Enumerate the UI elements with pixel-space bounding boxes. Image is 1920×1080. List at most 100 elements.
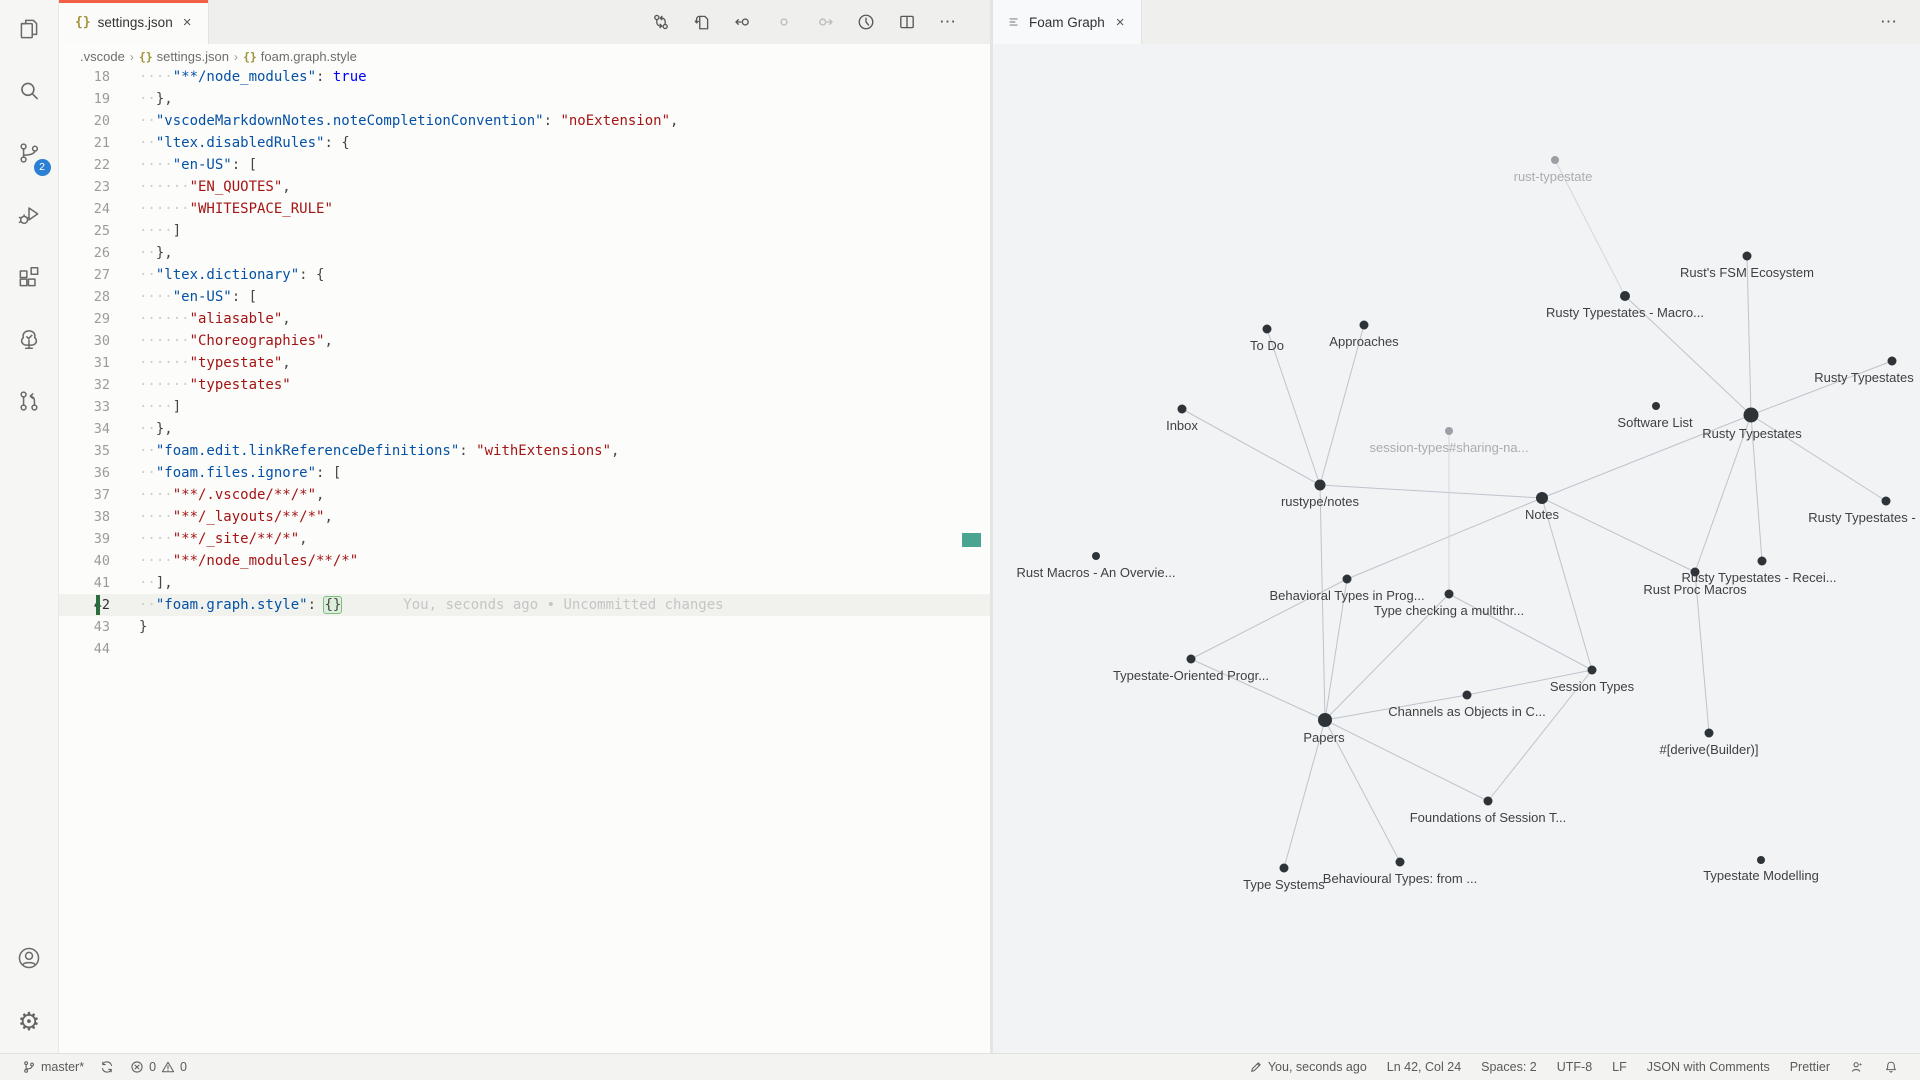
graph-canvas[interactable]: rust-typestate Rust's FSM Ecosystem Rusty … xyxy=(993,44,1920,1053)
status-language-mode[interactable]: JSON with Comments xyxy=(1639,1054,1778,1080)
code-line[interactable]: 36··"foam.files.ignore": [ xyxy=(59,462,990,484)
code-line[interactable]: 26··}, xyxy=(59,242,990,264)
activity-bar-item-explorer[interactable] xyxy=(0,0,59,62)
activity-bar-item-todo-tree[interactable] xyxy=(0,310,59,372)
code-line[interactable]: 40····"**/node_modules/**/*" xyxy=(59,550,990,572)
graph-node-dot[interactable] xyxy=(1315,480,1326,491)
status-eol-sequence[interactable]: LF xyxy=(1604,1054,1635,1080)
code-line[interactable]: 21··"ltex.disabledRules": { xyxy=(59,132,990,154)
previous-change-icon[interactable] xyxy=(734,13,752,31)
code-line[interactable]: 25····] xyxy=(59,220,990,242)
graph-node-behavioral[interactable]: Behavioral Types in Prog... xyxy=(1269,575,1424,604)
graph-node-todo[interactable]: To Do xyxy=(1250,325,1284,354)
status-feedback[interactable] xyxy=(1842,1054,1872,1080)
graph-node-dot[interactable] xyxy=(1463,691,1472,700)
graph-node-rt-tr[interactable]: Rusty Typestates xyxy=(1814,357,1914,386)
graph-node-dot[interactable] xyxy=(1536,492,1548,504)
tab-settings-json[interactable]: {} settings.json × xyxy=(59,0,209,44)
graph-node-recei[interactable]: Rusty Typestates - Recei... xyxy=(1681,557,1836,586)
graph-node-software[interactable]: Software List xyxy=(1617,402,1693,430)
graph-node-dot[interactable] xyxy=(1757,856,1765,864)
status-cursor-position[interactable]: Ln 42, Col 24 xyxy=(1379,1054,1469,1080)
graph-node-session-types[interactable]: Session Types xyxy=(1550,666,1635,695)
code-line[interactable]: 34··}, xyxy=(59,418,990,440)
graph-node-dot[interactable] xyxy=(1484,797,1493,806)
graph-node-inbox[interactable]: Inbox xyxy=(1166,405,1198,434)
code-line[interactable]: 29······"aliasable", xyxy=(59,308,990,330)
graph-node-dot[interactable] xyxy=(1691,568,1700,577)
more-actions-icon[interactable]: ⋯ xyxy=(939,12,957,32)
code-line[interactable]: 37····"**/.vscode/**/*", xyxy=(59,484,990,506)
status-sync-status[interactable] xyxy=(92,1054,122,1080)
graph-node-dot[interactable] xyxy=(1178,405,1187,414)
graph-node-rustmacros[interactable]: Rust Macros - An Overvie... xyxy=(1017,552,1176,580)
activity-bar-item-run-debug[interactable] xyxy=(0,186,59,248)
code-line[interactable]: 32······"typestates" xyxy=(59,374,990,396)
graph-node-sharing[interactable]: session-types#sharing-na... xyxy=(1370,427,1529,455)
graph-node-dot[interactable] xyxy=(1743,252,1752,261)
graph-node-modelling[interactable]: Typestate Modelling xyxy=(1703,856,1819,883)
code-line[interactable]: 38····"**/_layouts/**/*", xyxy=(59,506,990,528)
graph-node-dot[interactable] xyxy=(1360,321,1369,330)
tab-foam-graph[interactable]: Foam Graph × xyxy=(993,0,1142,44)
activity-bar-item-extensions[interactable] xyxy=(0,248,59,310)
status-branch-status[interactable]: master* xyxy=(14,1054,92,1080)
status-gitlens-blame[interactable]: You, seconds ago xyxy=(1241,1054,1375,1080)
graph-node-dot[interactable] xyxy=(1187,655,1196,664)
status-encoding[interactable]: UTF-8 xyxy=(1549,1054,1600,1080)
graph-node-dot[interactable] xyxy=(1445,590,1454,599)
graph-node-rt-r[interactable]: Rusty Typestates - xyxy=(1808,497,1915,526)
activity-bar-item-accounts[interactable] xyxy=(0,929,59,991)
code-line[interactable]: 31······"typestate", xyxy=(59,352,990,374)
graph-node-behavioural[interactable]: Behavioural Types: from ... xyxy=(1323,858,1477,887)
close-panel-tab-icon[interactable]: × xyxy=(1113,12,1128,33)
status-notifications[interactable] xyxy=(1876,1054,1906,1080)
graph-node-fsm[interactable]: Rust's FSM Ecosystem xyxy=(1680,252,1814,281)
graph-node-dot[interactable] xyxy=(1551,156,1559,164)
graph-node-macro[interactable]: Rusty Typestates - Macro... xyxy=(1546,291,1704,320)
activity-bar-item-search[interactable] xyxy=(0,62,59,124)
status-formatter[interactable]: Prettier xyxy=(1782,1054,1838,1080)
activity-bar-item-settings[interactable]: ⚙ xyxy=(0,991,59,1053)
graph-node-dot[interactable] xyxy=(1343,575,1352,584)
code-editor[interactable]: 18····"**/node_modules": true19··},20··"… xyxy=(59,69,990,1053)
code-line[interactable]: 44 xyxy=(59,638,990,660)
graph-node-dot[interactable] xyxy=(1882,497,1891,506)
code-line[interactable]: 27··"ltex.dictionary": { xyxy=(59,264,990,286)
code-line[interactable]: 41··], xyxy=(59,572,990,594)
graph-node-type-systems[interactable]: Type Systems xyxy=(1243,864,1325,893)
graph-node-typestate-oriented[interactable]: Typestate-Oriented Progr... xyxy=(1113,655,1269,684)
graph-node-dot[interactable] xyxy=(1705,729,1714,738)
code-line[interactable]: 23······"EN_QUOTES", xyxy=(59,176,990,198)
code-line[interactable]: 33····] xyxy=(59,396,990,418)
activity-bar-item-gitlens[interactable] xyxy=(0,372,59,434)
graph-node-rust-typestate[interactable]: rust-typestate xyxy=(1514,156,1593,184)
graph-node-dot[interactable] xyxy=(1652,402,1660,410)
graph-node-dot[interactable] xyxy=(1318,713,1332,727)
graph-node-dot[interactable] xyxy=(1620,291,1630,301)
status-problems-status[interactable]: 00 xyxy=(122,1054,195,1080)
graph-node-dot[interactable] xyxy=(1280,864,1289,873)
graph-node-foundations[interactable]: Foundations of Session T... xyxy=(1410,797,1567,826)
graph-node-dot[interactable] xyxy=(1758,557,1767,566)
graph-node-derive[interactable]: #[derive(Builder)] xyxy=(1660,729,1759,758)
graph-node-dot[interactable] xyxy=(1396,858,1405,867)
code-line[interactable]: 28····"en-US": [ xyxy=(59,286,990,308)
breadcrumb-item[interactable]: {}settings.json xyxy=(139,49,229,64)
graph-node-dot[interactable] xyxy=(1744,408,1759,423)
breadcrumb-item[interactable]: {}foam.graph.style xyxy=(243,49,357,64)
open-changes-icon[interactable] xyxy=(693,13,711,31)
graph-node-rustype[interactable]: rustype/notes xyxy=(1281,480,1360,510)
code-line[interactable]: 35··"foam.edit.linkReferenceDefinitions"… xyxy=(59,440,990,462)
code-line[interactable]: 42··"foam.graph.style": {}You, seconds a… xyxy=(59,594,990,616)
graph-node-hub[interactable]: Rusty Typestates xyxy=(1702,408,1802,442)
code-line[interactable]: 20··"vscodeMarkdownNotes.noteCompletionC… xyxy=(59,110,990,132)
code-line[interactable]: 18····"**/node_modules": true xyxy=(59,69,990,88)
code-line[interactable]: 30······"Choreographies", xyxy=(59,330,990,352)
code-line[interactable]: 19··}, xyxy=(59,88,990,110)
timeline-icon[interactable] xyxy=(857,13,875,31)
graph-node-notes[interactable]: Notes xyxy=(1525,492,1559,522)
code-line[interactable]: 43} xyxy=(59,616,990,638)
status-indentation[interactable]: Spaces: 2 xyxy=(1473,1054,1545,1080)
activity-bar-item-source-control[interactable]: 2 xyxy=(0,124,59,186)
